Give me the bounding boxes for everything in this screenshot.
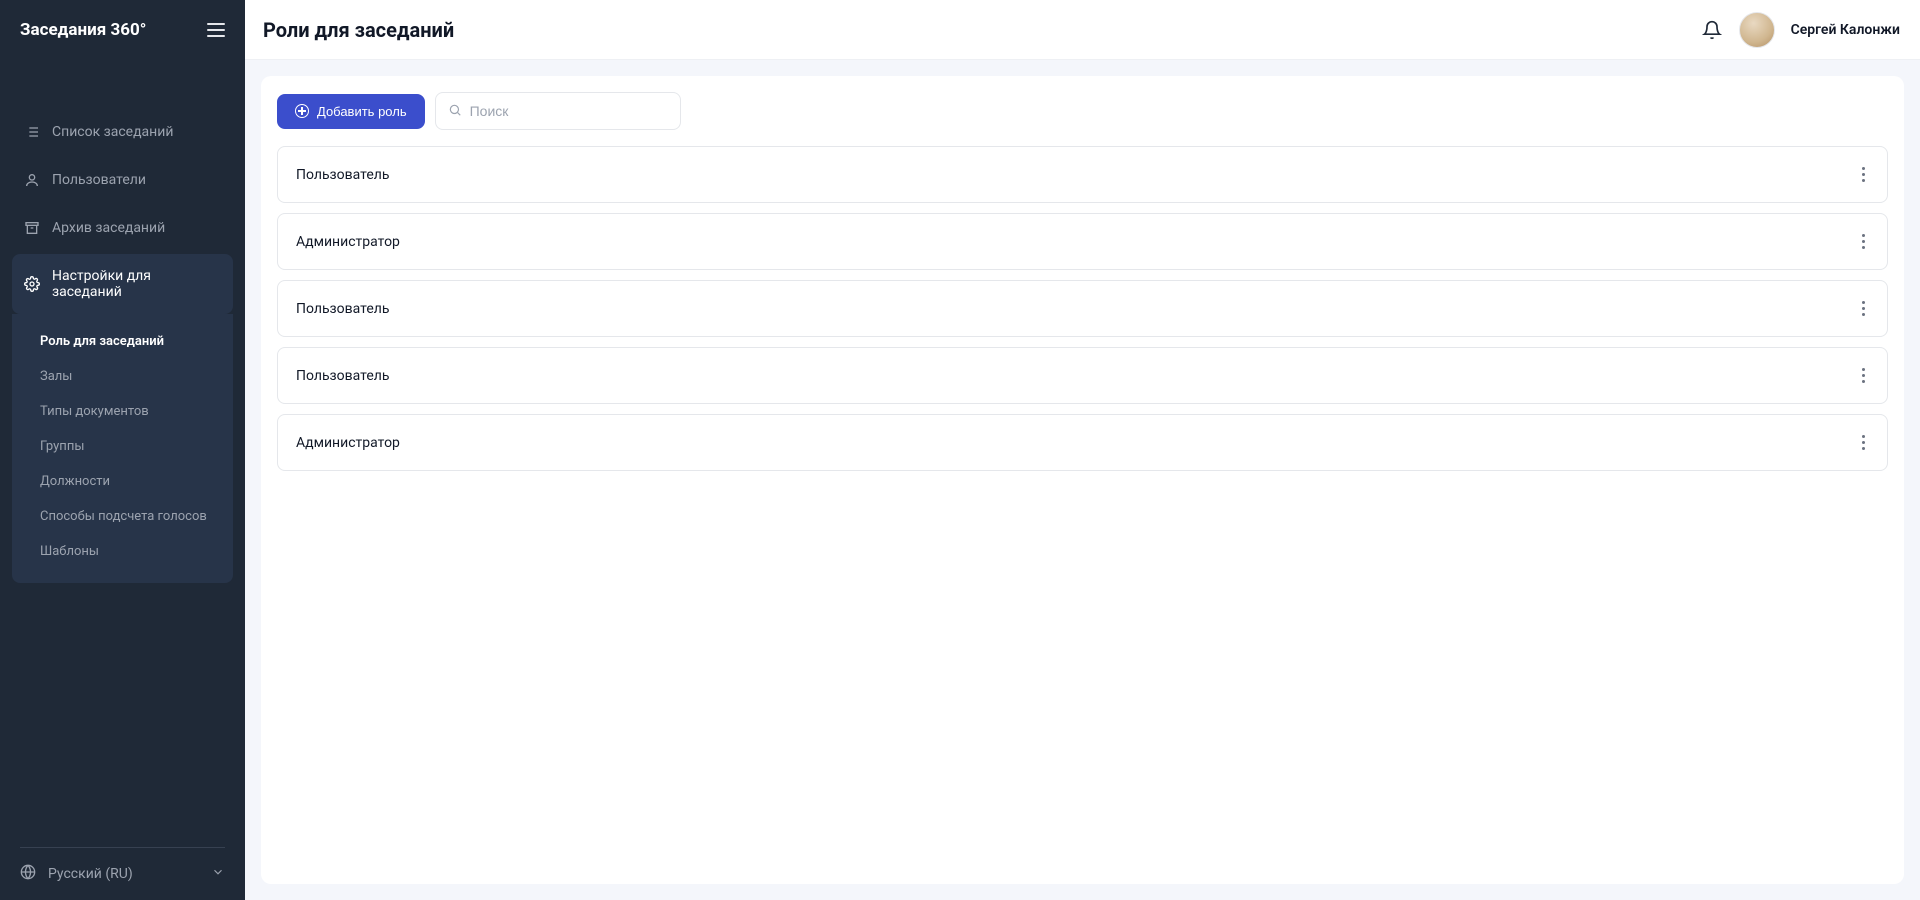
avatar[interactable] xyxy=(1739,12,1775,48)
sidebar-item-label: Пользователи xyxy=(52,172,146,188)
row-actions-menu[interactable] xyxy=(1858,230,1869,253)
chevron-down-icon xyxy=(211,865,225,883)
search-icon xyxy=(448,102,462,121)
sidebar-item-label: Архив заседаний xyxy=(52,220,165,236)
sidebar-item-label: Список заседаний xyxy=(52,124,173,140)
language-selector[interactable]: Русский (RU) xyxy=(20,864,225,884)
subnav-item-doc-types[interactable]: Типы документов xyxy=(12,394,233,429)
topbar-right: Сергей Калонжи xyxy=(1701,12,1900,48)
role-name: Администратор xyxy=(296,234,400,250)
sidebar-item-sessions-list[interactable]: Список заседаний xyxy=(12,110,233,154)
plus-circle-icon xyxy=(295,104,309,118)
sidebar: Заседания 360° Список заседаний Пользова… xyxy=(0,0,245,900)
subnav-item-groups[interactable]: Группы xyxy=(12,429,233,464)
brand-title: Заседания 360° xyxy=(20,20,146,40)
search-input[interactable] xyxy=(470,103,668,119)
role-row[interactable]: Администратор xyxy=(277,414,1888,471)
sidebar-footer: Русский (RU) xyxy=(20,847,225,900)
page-title: Роли для заседаний xyxy=(263,18,454,42)
archive-icon xyxy=(24,220,40,236)
subnav-item-vote-methods[interactable]: Способы подсчета голосов xyxy=(12,499,233,534)
main-area: Роли для заседаний Сергей Калонжи Добави… xyxy=(245,0,1920,900)
role-row[interactable]: Пользователь xyxy=(277,280,1888,337)
role-name: Пользователь xyxy=(296,167,389,183)
subnav-item-templates[interactable]: Шаблоны xyxy=(12,534,233,569)
subnav-item-positions[interactable]: Должности xyxy=(12,464,233,499)
roles-card: Добавить роль Пользователь Администратор xyxy=(261,76,1904,884)
row-actions-menu[interactable] xyxy=(1858,431,1869,454)
sidebar-item-users[interactable]: Пользователи xyxy=(12,158,233,202)
role-row[interactable]: Администратор xyxy=(277,213,1888,270)
language-label: Русский (RU) xyxy=(48,866,133,882)
subnav-item-rooms[interactable]: Залы xyxy=(12,359,233,394)
role-row[interactable]: Пользователь xyxy=(277,347,1888,404)
row-actions-menu[interactable] xyxy=(1858,297,1869,320)
sidebar-item-archive[interactable]: Архив заседаний xyxy=(12,206,233,250)
role-name: Администратор xyxy=(296,435,400,451)
topbar: Роли для заседаний Сергей Калонжи xyxy=(245,0,1920,60)
role-row[interactable]: Пользователь xyxy=(277,146,1888,203)
add-role-label: Добавить роль xyxy=(317,104,407,119)
sidebar-header: Заседания 360° xyxy=(0,0,245,60)
user-icon xyxy=(24,172,40,188)
subnav-item-roles[interactable]: Роль для заседаний xyxy=(12,324,233,359)
sidebar-nav: Список заседаний Пользователи Архив засе… xyxy=(0,60,245,847)
notifications-button[interactable] xyxy=(1701,19,1723,41)
content-area: Добавить роль Пользователь Администратор xyxy=(245,60,1920,900)
sidebar-item-label: Настройки для заседаний xyxy=(52,268,221,300)
globe-icon xyxy=(20,864,36,884)
row-actions-menu[interactable] xyxy=(1858,163,1869,186)
row-actions-menu[interactable] xyxy=(1858,364,1869,387)
card-toolbar: Добавить роль xyxy=(277,92,1888,130)
menu-toggle-button[interactable] xyxy=(207,23,225,37)
add-role-button[interactable]: Добавить роль xyxy=(277,94,425,129)
sidebar-item-settings[interactable]: Настройки для заседаний xyxy=(12,254,233,314)
sidebar-subnav: Роль для заседаний Залы Типы документов … xyxy=(12,314,233,583)
gear-icon xyxy=(24,276,40,292)
role-name: Пользователь xyxy=(296,368,389,384)
search-field-wrap[interactable] xyxy=(435,92,681,130)
list-icon xyxy=(24,124,40,140)
role-name: Пользователь xyxy=(296,301,389,317)
roles-list: Пользователь Администратор Пользователь … xyxy=(277,146,1888,471)
user-name: Сергей Калонжи xyxy=(1791,22,1900,38)
